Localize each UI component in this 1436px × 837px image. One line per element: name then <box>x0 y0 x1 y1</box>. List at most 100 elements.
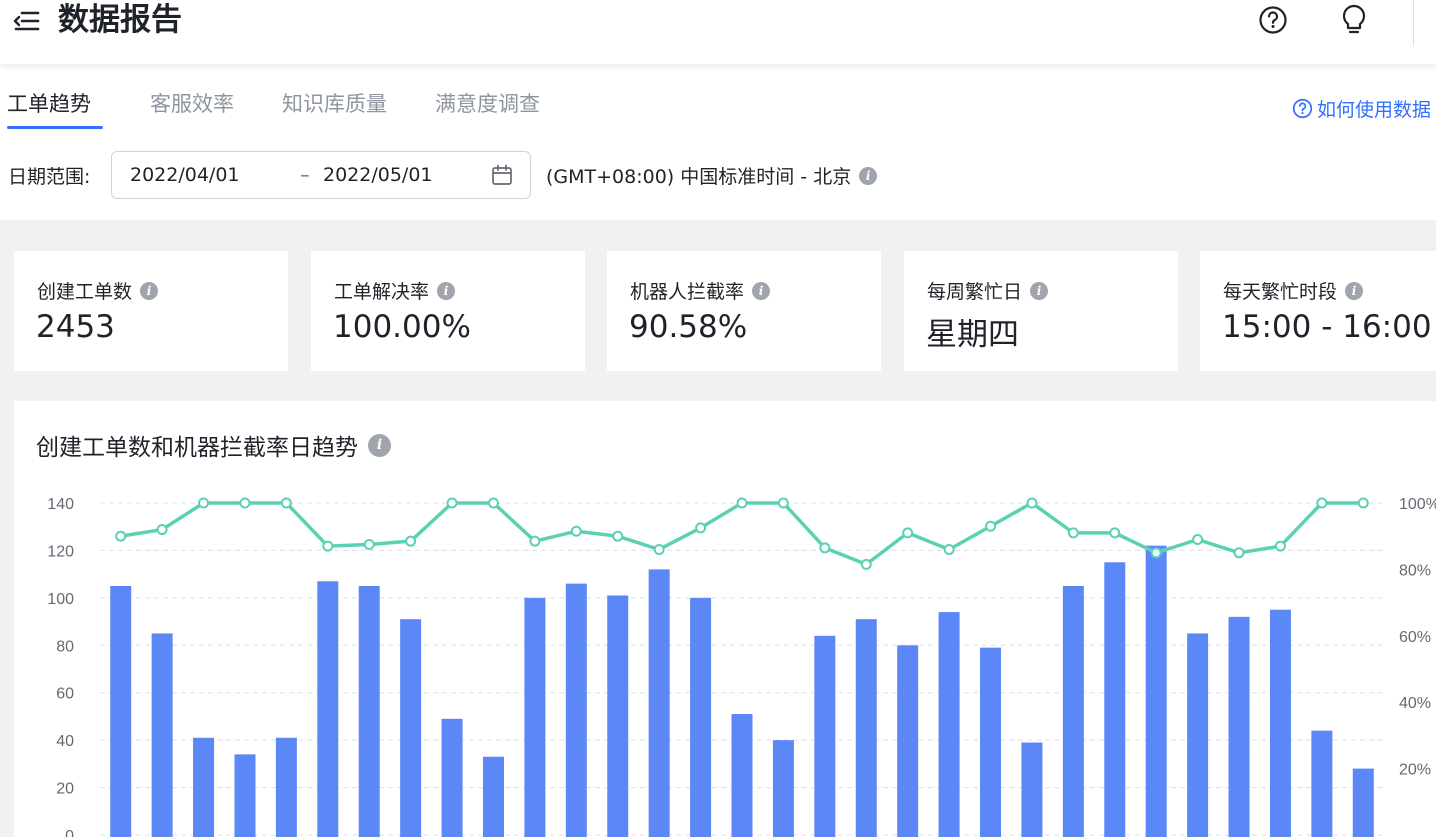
chart-bar <box>980 647 1002 837</box>
chart-bar <box>317 581 339 837</box>
date-separator: – <box>300 164 310 186</box>
chart-bar <box>731 714 753 837</box>
info-icon[interactable]: i <box>1030 281 1049 300</box>
chart-line-series <box>120 501 1364 567</box>
chart-line-point <box>985 520 997 532</box>
tab-bar: 工单趋势 客服效率 知识库质量 满意度调查 <box>0 64 1436 134</box>
chart-title: 创建工单数和机器拦截率日趋势 <box>36 435 358 461</box>
metric-value: 2453 <box>36 309 115 345</box>
header-divider <box>1413 0 1414 46</box>
chart-bar <box>772 740 794 837</box>
chart-line-point <box>363 539 375 550</box>
y2-axis-tick-label: 100% <box>1399 496 1436 513</box>
chart-line-point <box>1274 540 1286 552</box>
calendar-icon[interactable] <box>490 163 514 187</box>
y2-axis-tick-label: 40% <box>1399 695 1431 712</box>
metric-card-busiest-weekday: 每周繁忙日 i 星期四 <box>904 251 1178 371</box>
y-axis-tick-label: 100 <box>47 591 74 608</box>
chart-bar <box>1228 616 1250 837</box>
tab-ticket-trend[interactable]: 工单趋势 <box>7 88 91 118</box>
chart-line-point <box>1109 527 1121 539</box>
end-date-input[interactable]: 2022/05/01 <box>323 164 433 186</box>
chart-bar <box>1352 768 1374 837</box>
chart-bar <box>524 597 546 837</box>
chart-bar <box>358 586 380 837</box>
help-circle-icon[interactable] <box>1258 5 1288 35</box>
y-axis-tick-label: 120 <box>47 543 74 560</box>
menu-collapse-icon[interactable] <box>12 8 40 34</box>
timezone-label: (GMT+08:00) 中国标准时间 - 北京 <box>546 166 852 188</box>
info-icon[interactable]: i <box>140 281 159 300</box>
chart-bar <box>814 635 836 837</box>
chart-line-point <box>736 497 748 509</box>
chart-bar <box>1311 730 1333 837</box>
tab-knowledge-quality[interactable]: 知识库质量 <box>282 88 387 118</box>
info-icon[interactable]: i <box>752 281 771 300</box>
start-date-input[interactable]: 2022/04/01 <box>130 164 240 186</box>
metric-title: 机器人拦截率 <box>630 281 745 303</box>
chart-line-point <box>487 497 499 509</box>
y-axis-tick-label: 0 <box>65 828 74 837</box>
page-title: 数据报告 <box>58 2 182 38</box>
metric-value: 星期四 <box>926 317 1019 353</box>
chart-line-point <box>239 497 251 509</box>
metric-card-busiest-hour: 每天繁忙时段 i 15:00 - 16:00 <box>1200 251 1436 371</box>
chart-bar <box>1021 742 1043 837</box>
chart-bar <box>1269 609 1291 837</box>
info-icon[interactable]: i <box>368 433 391 457</box>
chart-bar <box>897 645 919 837</box>
chart-line-point <box>695 522 707 534</box>
chart-bar <box>193 737 215 837</box>
date-range-picker[interactable]: 2022/04/01 – 2022/05/01 <box>111 151 531 199</box>
chart-bar <box>151 633 173 837</box>
chart-line-point <box>405 535 417 547</box>
date-range-label: 日期范围: <box>8 166 91 188</box>
metric-title: 创建工单数 <box>37 281 133 303</box>
chart-bar <box>441 718 463 837</box>
chart-line-point <box>446 497 458 509</box>
info-icon[interactable]: i <box>859 166 878 185</box>
chart-bar <box>275 737 297 837</box>
info-icon[interactable]: i <box>437 281 456 300</box>
chart-bar <box>482 756 504 837</box>
tab-agent-efficiency[interactable]: 客服效率 <box>150 88 234 118</box>
chart-line-point <box>819 542 831 554</box>
chart-line-point <box>1357 497 1369 509</box>
info-icon[interactable]: i <box>1345 281 1364 300</box>
chart-bar <box>1145 545 1167 837</box>
active-tab-indicator <box>7 126 103 129</box>
timezone-info: (GMT+08:00) 中国标准时间 - 北京 i <box>546 162 878 189</box>
y-axis-tick-label: 40 <box>56 733 74 750</box>
chart-line-point <box>1233 547 1245 559</box>
trend-chart-panel: 0 20 40 60 80 100 120 140 20% 40% 60% 80% 100% 创建工单数… <box>14 401 1436 837</box>
metric-card-resolution-rate: 工单解决率 i 100.00% <box>311 251 585 371</box>
metric-value: 90.58% <box>629 309 748 345</box>
chart-line-point <box>198 497 210 509</box>
chart-bar <box>565 583 587 837</box>
trend-chart: 0 20 40 60 80 100 120 140 20% 40% 60% 80% 100% <box>47 496 1436 837</box>
y-axis-tick-label: 80 <box>56 638 74 655</box>
chart-line-point <box>280 497 292 509</box>
chart-line-point <box>902 527 914 539</box>
chart-bar <box>648 569 670 837</box>
chart-line-point <box>1026 497 1038 509</box>
help-link-icon <box>1292 98 1313 119</box>
chart-bar <box>400 619 422 837</box>
help-link-label[interactable]: 如何使用数据 <box>1317 95 1431 122</box>
tab-satisfaction-survey[interactable]: 满意度调查 <box>435 88 540 118</box>
y-axis-tick-label: 60 <box>56 686 74 703</box>
metric-value: 100.00% <box>333 309 471 345</box>
chart-line-point <box>777 497 789 509</box>
y-axis-tick-label: 20 <box>56 781 74 798</box>
chart-line-point <box>1150 547 1162 559</box>
chart-line-point <box>115 530 127 542</box>
metric-card-bot-intercept-rate: 机器人拦截率 i 90.58% <box>607 251 881 371</box>
help-link[interactable]: 如何使用数据 <box>1292 95 1431 122</box>
chart-line-point <box>1316 497 1328 509</box>
lightbulb-icon[interactable] <box>1339 3 1369 37</box>
chart-line-point <box>860 558 872 570</box>
metric-title: 每周繁忙日 <box>927 281 1023 303</box>
chart-bar <box>938 612 960 837</box>
metric-value: 15:00 - 16:00 <box>1222 309 1432 345</box>
y2-axis-tick-label: 60% <box>1399 629 1431 646</box>
